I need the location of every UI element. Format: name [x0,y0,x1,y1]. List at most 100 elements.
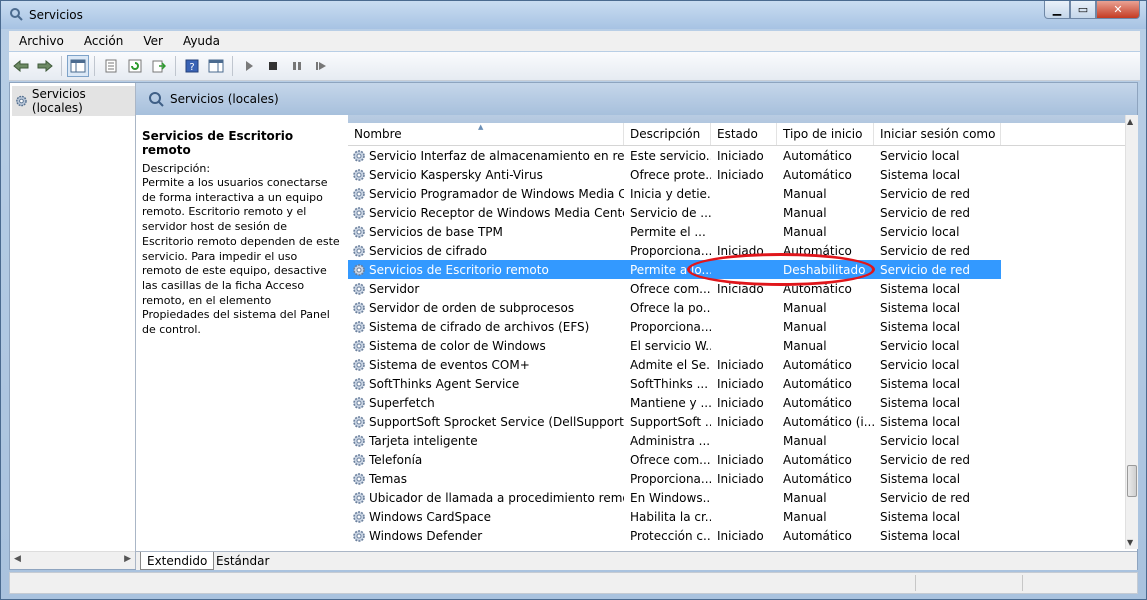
minimize-button[interactable]: ▁ [1044,1,1070,19]
cell-description: Administra ... [630,433,711,448]
table-row[interactable]: Windows CardSpace Habilita la cr... Manual… [348,507,1125,526]
back-button[interactable] [10,55,32,77]
scroll-left-icon[interactable]: ◀ [14,554,21,564]
close-icon: ✕ [1113,3,1123,16]
details-pane: Servicios (locales) Servicios de Escrito… [136,83,1138,570]
table-row[interactable]: Windows Defender Protección c... Iniciado A… [348,526,1125,545]
show-hide-console-tree-button[interactable] [67,55,89,77]
forward-button[interactable] [34,55,56,77]
cell-description: Este servicio... [630,148,711,163]
cell-description: Proporciona... [630,319,711,334]
description-pane: Servicios de Escritorio remoto Descripci… [136,115,346,551]
services-list: Nombre ▲ Descripción Estado Tipo de inic… [348,115,1125,549]
cell-log-on-as: Servicio de red [880,243,970,258]
help-button[interactable]: ? [181,55,203,77]
cell-log-on-as: Servicio local [880,433,960,448]
cell-description: Ofrece com... [630,281,711,296]
cell-name: Sistema de eventos COM+ [348,358,624,372]
action-pane-icon [208,59,224,73]
cell-description: Ofrece la po... [630,300,711,315]
scrollbar-thumb[interactable] [1127,465,1137,497]
cell-log-on-as: Sistema local [880,471,961,486]
title-bar[interactable]: Servicios ▁ ▭ ✕ [1,1,1146,29]
table-row[interactable]: Sistema de cifrado de archivos (EFS) Prop… [348,317,1125,336]
refresh-button[interactable] [124,55,146,77]
table-row[interactable]: Servicio Kaspersky Anti-Virus Ofrece prot… [348,165,1125,184]
cell-name: Servicio Programador de Windows Media Ce… [348,187,624,201]
service-gear-icon [353,206,365,219]
table-row[interactable]: Servicio Receptor de Windows Media Cente… [348,203,1125,222]
cell-description: Servicio de ... [630,205,711,220]
table-row[interactable]: Ubicador de llamada a procedimiento remo… [348,488,1125,507]
table-row[interactable]: Servicio Interfaz de almacenamiento en r… [348,146,1125,165]
service-gear-icon [353,453,365,466]
column-header-state[interactable]: Estado [711,123,777,145]
table-row[interactable]: Servicios de cifrado Proporciona... Inicia… [348,241,1125,260]
table-row[interactable]: Servicio Programador de Windows Media Ce… [348,184,1125,203]
service-gear-icon [353,377,365,390]
service-gear-icon [353,187,365,200]
cell-log-on-as: Servicio local [880,224,960,239]
table-row[interactable]: Telefonía Ofrece com... Iniciado Automático… [348,450,1125,469]
tree-horizontal-scrollbar[interactable]: ◀ ▶ [10,551,135,569]
tab-estandar[interactable]: Estándar [210,552,275,569]
cell-startup-type: Manual [783,490,827,505]
play-icon [246,61,253,71]
tree-item-label: Servicios (locales) [31,87,86,115]
properties-button[interactable] [100,55,122,77]
back-arrow-icon [13,60,29,72]
cell-state: Iniciado [717,414,764,429]
table-row[interactable]: SoftThinks Agent Service SoftThinks ... In… [348,374,1125,393]
close-button[interactable]: ✕ [1096,1,1140,19]
cell-startup-type: Manual [783,186,827,201]
cell-log-on-as: Sistema local [880,319,961,334]
table-row[interactable]: SupportSoft Sprocket Service (DellSuppor… [348,412,1125,431]
cell-name: Servidor de orden de subprocesos [348,301,624,315]
cell-log-on-as: Sistema local [880,509,961,524]
service-gear-icon [353,282,365,295]
table-row[interactable]: Servicios de Escritorio remoto Permite a … [348,260,1001,279]
table-row[interactable]: Servidor de orden de subprocesos Ofrece l… [348,298,1125,317]
vertical-scrollbar[interactable]: ▲ ▼ [1125,115,1138,549]
tree-item-services-local[interactable]: Servicios (locales) [12,86,135,116]
cell-startup-type: Automático [783,471,852,486]
cell-log-on-as: Servicio de red [880,490,970,505]
column-header-startup-type[interactable]: Tipo de inicio [777,123,874,145]
column-header-name[interactable]: Nombre ▲ [348,123,624,145]
cell-log-on-as: Servicio local [880,338,960,353]
menu-ver[interactable]: Ver [133,34,173,48]
service-rows: Servicio Interfaz de almacenamiento en r… [348,146,1125,545]
column-header-description[interactable]: Descripción [624,123,711,145]
menu-accion[interactable]: Acción [74,34,133,48]
menu-archivo[interactable]: Archivo [9,34,74,48]
restart-service-button[interactable] [310,55,332,77]
table-row[interactable]: Tarjeta inteligente Administra ... Manual S… [348,431,1125,450]
table-row[interactable]: Sistema de color de Windows El servicio W… [348,336,1125,355]
cell-startup-type: Automático (i... [783,414,874,429]
table-row[interactable]: Superfetch Mantiene y ... Iniciado Automáti… [348,393,1125,412]
column-header-log-on-as[interactable]: Iniciar sesión como [874,123,1001,145]
tab-extendido[interactable]: Extendido [140,552,215,570]
table-row[interactable]: Temas Proporciona... Iniciado Automático Sis… [348,469,1125,488]
menu-ayuda[interactable]: Ayuda [173,34,230,48]
cell-description: Mantiene y ... [630,395,711,410]
properties-icon [105,59,117,73]
cell-state: Iniciado [717,376,764,391]
console-tree: Servicios (locales) ◀ ▶ [10,83,136,569]
cell-startup-type: Automático [783,376,852,391]
maximize-button[interactable]: ▭ [1070,1,1096,19]
table-row[interactable]: Servidor Ofrece com... Iniciado Automático S… [348,279,1125,298]
table-row[interactable]: Servicios de base TPM Permite el ... Manua… [348,222,1125,241]
scroll-right-icon[interactable]: ▶ [124,554,131,564]
table-row[interactable]: Sistema de eventos COM+ Admite el Se... In… [348,355,1125,374]
pause-service-button[interactable] [286,55,308,77]
cell-state: Iniciado [717,395,764,410]
cell-startup-type: Manual [783,433,827,448]
stop-service-button[interactable] [262,55,284,77]
scroll-up-icon[interactable]: ▲ [1127,117,1133,126]
scroll-down-icon[interactable]: ▼ [1127,538,1133,547]
start-service-button[interactable] [238,55,260,77]
cell-state: Iniciado [717,243,764,258]
export-list-button[interactable] [148,55,170,77]
show-action-pane-button[interactable] [205,55,227,77]
